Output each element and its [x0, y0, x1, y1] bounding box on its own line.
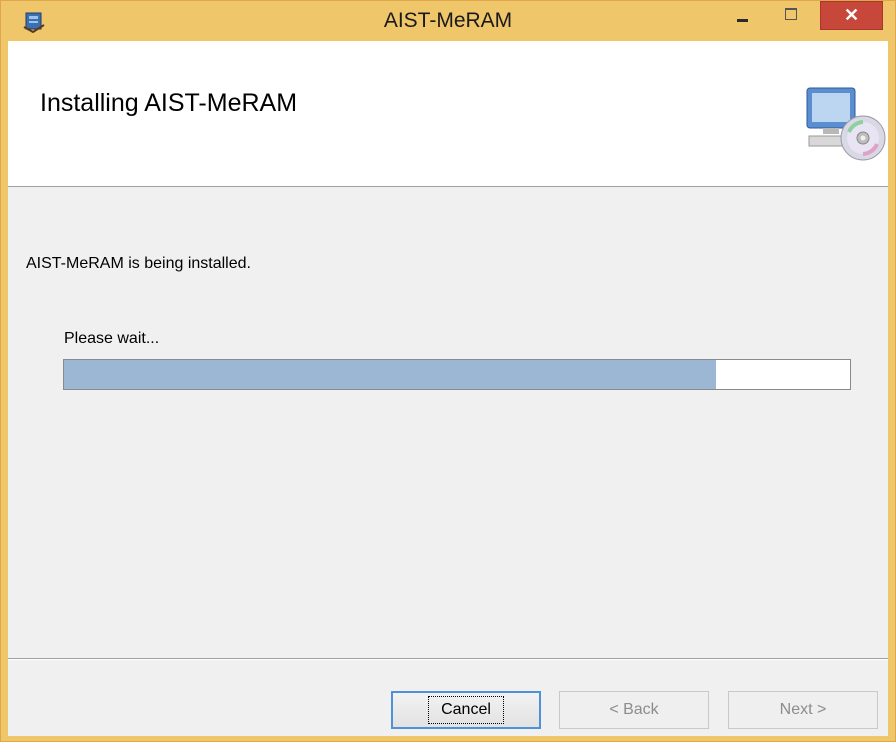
- cancel-button[interactable]: Cancel: [391, 691, 541, 729]
- progress-fill: [64, 360, 717, 389]
- maximize-button[interactable]: [771, 1, 811, 31]
- cancel-button-label: Cancel: [428, 696, 504, 724]
- computer-with-disc-icon: [806, 87, 886, 161]
- installer-window: AIST-MeRAM ✕ Installing AIST-MeRAM AIST-…: [0, 0, 896, 742]
- install-status-text: AIST-MeRAM is being installed.: [26, 255, 251, 272]
- close-button[interactable]: ✕: [820, 1, 883, 30]
- footer-divider: [8, 658, 888, 660]
- page-title: Installing AIST-MeRAM: [40, 89, 298, 117]
- title-bar[interactable]: AIST-MeRAM ✕: [1, 1, 895, 41]
- back-button[interactable]: < Back: [559, 691, 709, 729]
- please-wait-label: Please wait...: [64, 330, 160, 347]
- installer-app-icon: [23, 12, 45, 33]
- header-banner: Installing AIST-MeRAM: [8, 41, 888, 187]
- next-button[interactable]: Next >: [728, 691, 878, 729]
- install-progress-bar: [63, 359, 851, 390]
- minimize-button[interactable]: [723, 1, 763, 31]
- close-icon: ✕: [843, 5, 860, 25]
- dialog-client-area: Installing AIST-MeRAM AIST-MeRAM is bein…: [8, 41, 888, 736]
